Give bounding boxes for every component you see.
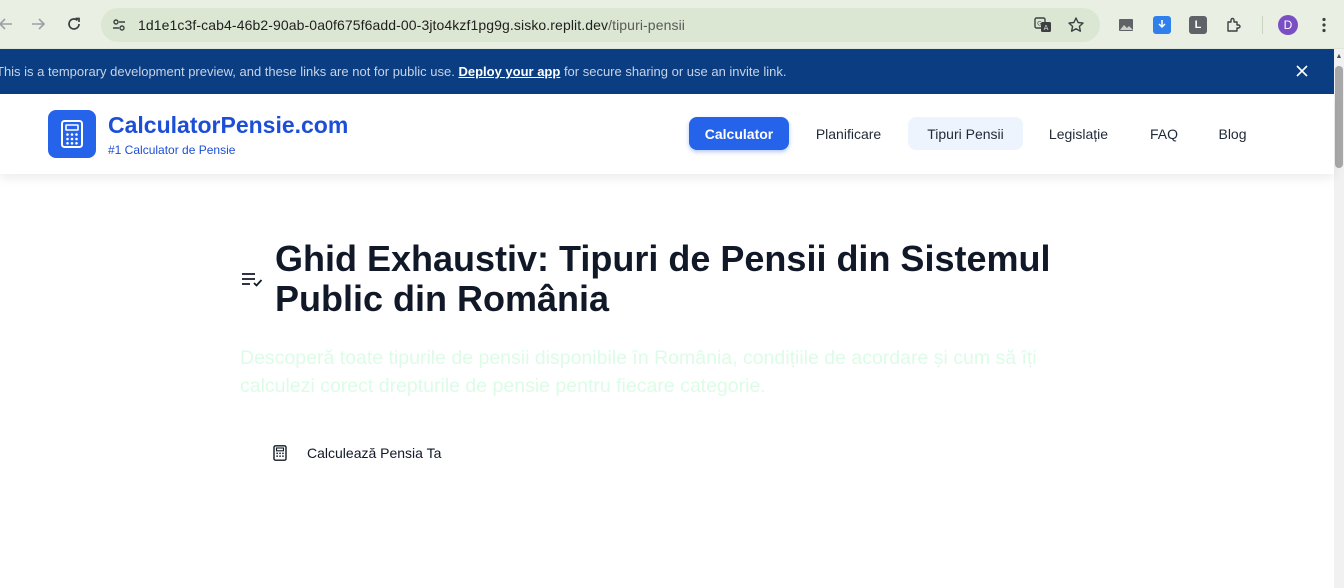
site-settings-icon[interactable] bbox=[111, 17, 127, 33]
nav-faq[interactable]: FAQ bbox=[1138, 117, 1190, 150]
brand-name[interactable]: CalculatorPensie.com bbox=[108, 112, 348, 139]
menu-kebab-icon[interactable] bbox=[1315, 16, 1333, 34]
scroll-up-arrow-icon[interactable]: ▲ bbox=[1335, 52, 1343, 62]
close-icon[interactable] bbox=[1293, 62, 1311, 80]
banner-text-before: This is a temporary development preview,… bbox=[0, 64, 459, 79]
forward-icon[interactable] bbox=[26, 12, 50, 36]
reload-icon[interactable] bbox=[62, 12, 86, 36]
deploy-app-link[interactable]: Deploy your app bbox=[458, 64, 560, 79]
download-extension-icon[interactable] bbox=[1153, 16, 1171, 34]
toolbar-divider bbox=[1262, 16, 1263, 34]
extensions-puzzle-icon[interactable] bbox=[1225, 16, 1243, 34]
page-subtitle: Descoperă toate tipurile de pensii dispo… bbox=[240, 347, 1037, 397]
nav-planificare[interactable]: Planificare bbox=[801, 117, 896, 150]
list-check-icon bbox=[241, 270, 263, 288]
page-title: Ghid Exhaustiv: Tipuri de Pensii din Sis… bbox=[275, 238, 1051, 319]
calculator-logo-icon[interactable] bbox=[48, 110, 96, 158]
extension-l-icon[interactable]: L bbox=[1189, 16, 1207, 34]
banner-text-after: for secure sharing or use an invite link… bbox=[560, 64, 787, 79]
nav-blog[interactable]: Blog bbox=[1204, 117, 1261, 150]
calculate-pension-button[interactable]: Calculează Pensia Ta bbox=[270, 438, 441, 468]
bookmark-star-icon[interactable] bbox=[1067, 16, 1085, 34]
browser-toolbar: 1d1e1c3f-cab4-46b2-90ab-0a0f675f6add-00-… bbox=[0, 0, 1344, 49]
profile-avatar[interactable]: D bbox=[1278, 15, 1298, 35]
banner-message: This is a temporary development preview,… bbox=[0, 64, 787, 79]
cta-label: Calculează Pensia Ta bbox=[307, 445, 442, 461]
svg-text:G: G bbox=[1037, 21, 1042, 28]
url-host: 1d1e1c3f-cab4-46b2-90ab-0a0f675f6add-00-… bbox=[138, 17, 609, 33]
nav-tipuri-pensii[interactable]: Tipuri Pensii bbox=[908, 117, 1023, 150]
url-path: /tipuri-pensii bbox=[608, 17, 685, 33]
nav-calculator[interactable]: Calculator bbox=[689, 117, 789, 150]
extension-letter: L bbox=[1194, 19, 1202, 31]
address-bar[interactable]: 1d1e1c3f-cab4-46b2-90ab-0a0f675f6add-00-… bbox=[101, 8, 1100, 42]
scrollbar-thumb[interactable] bbox=[1335, 66, 1343, 168]
url-text: 1d1e1c3f-cab4-46b2-90ab-0a0f675f6add-00-… bbox=[138, 17, 685, 33]
dev-preview-banner: This is a temporary development preview,… bbox=[0, 49, 1334, 94]
nav-legislatie[interactable]: Legislație bbox=[1035, 117, 1122, 150]
svg-text:A: A bbox=[1044, 24, 1049, 32]
extension-image-icon[interactable] bbox=[1117, 16, 1135, 34]
site-header: CalculatorPensie.com #1 Calculator de Pe… bbox=[0, 94, 1334, 174]
translate-icon[interactable]: AG bbox=[1034, 16, 1052, 34]
back-icon[interactable] bbox=[0, 12, 18, 36]
brand-tagline: #1 Calculator de Pensie bbox=[108, 143, 236, 157]
calculator-icon bbox=[273, 445, 289, 461]
profile-initial: D bbox=[1283, 18, 1293, 32]
